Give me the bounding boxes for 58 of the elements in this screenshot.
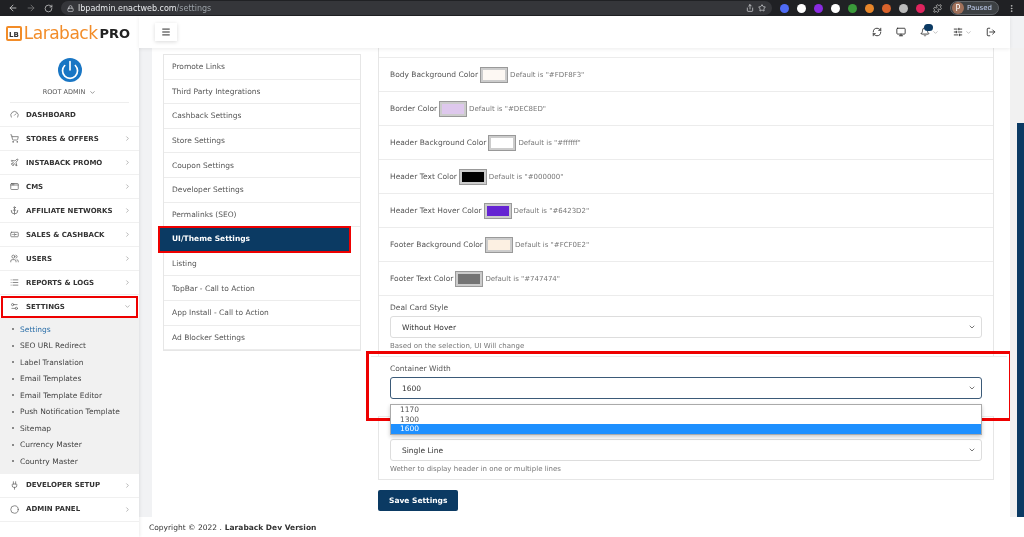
refresh-icon (872, 27, 882, 37)
star-icon[interactable] (757, 4, 766, 12)
color-picker[interactable] (481, 67, 508, 82)
plane-icon (10, 158, 19, 167)
filters-button[interactable] (953, 27, 972, 37)
address-bar[interactable]: lbpadmin.enactweb.com/settings (61, 1, 772, 15)
power-icon (57, 58, 82, 82)
menu-button[interactable] (155, 23, 177, 41)
avatar-icon: P (951, 2, 964, 14)
gauge-icon (10, 110, 19, 119)
chevron-icon (124, 255, 131, 262)
sliders-icon (953, 27, 963, 37)
chevron-icon (124, 231, 131, 238)
more-icon[interactable] (1007, 3, 1016, 13)
chevron-icon (124, 135, 131, 142)
refresh-button[interactable] (872, 27, 882, 37)
cart-icon (10, 134, 19, 143)
window-icon (10, 182, 19, 191)
chevron-icon (124, 481, 131, 489)
chevron-icon (124, 279, 131, 286)
forward-icon[interactable] (26, 3, 36, 13)
chevron-icon (89, 88, 97, 96)
chevron-icon (968, 446, 976, 454)
chevron-icon (124, 207, 131, 214)
circle-icon (10, 504, 19, 514)
monitor-icon (896, 27, 906, 37)
chevron-icon (968, 384, 976, 392)
notification-badge (924, 24, 933, 31)
logout-icon (986, 27, 996, 37)
chevron-icon (124, 159, 131, 166)
menu-icon (161, 27, 171, 37)
color-picker[interactable] (484, 203, 511, 218)
chevron-icon (124, 505, 131, 513)
share-icon[interactable] (745, 4, 754, 12)
lock-icon (67, 4, 74, 12)
logout-button[interactable] (986, 27, 996, 37)
chevron-icon (124, 303, 131, 310)
color-picker[interactable] (485, 237, 512, 252)
chevron-icon (932, 28, 939, 36)
users-icon (10, 254, 19, 263)
reload-icon[interactable] (44, 3, 53, 13)
notifications-button[interactable] (920, 27, 939, 37)
chevron-icon (968, 323, 976, 331)
color-picker[interactable] (459, 169, 486, 184)
color-picker[interactable] (489, 135, 516, 150)
list-icon (10, 278, 19, 287)
bell-icon (920, 27, 930, 37)
scrollbar-thumb[interactable] (1017, 123, 1024, 517)
color-picker[interactable] (440, 101, 467, 116)
back-icon[interactable] (8, 3, 18, 13)
plug-icon (10, 480, 19, 490)
color-picker[interactable] (456, 271, 483, 286)
anchor-icon (10, 206, 19, 215)
chevron-icon (965, 28, 972, 36)
extensions-icon[interactable] (932, 3, 942, 13)
monitor-button[interactable] (896, 27, 906, 37)
url-text: lbpadmin.enactweb.com/settings (78, 3, 212, 13)
chevron-icon (124, 183, 131, 190)
